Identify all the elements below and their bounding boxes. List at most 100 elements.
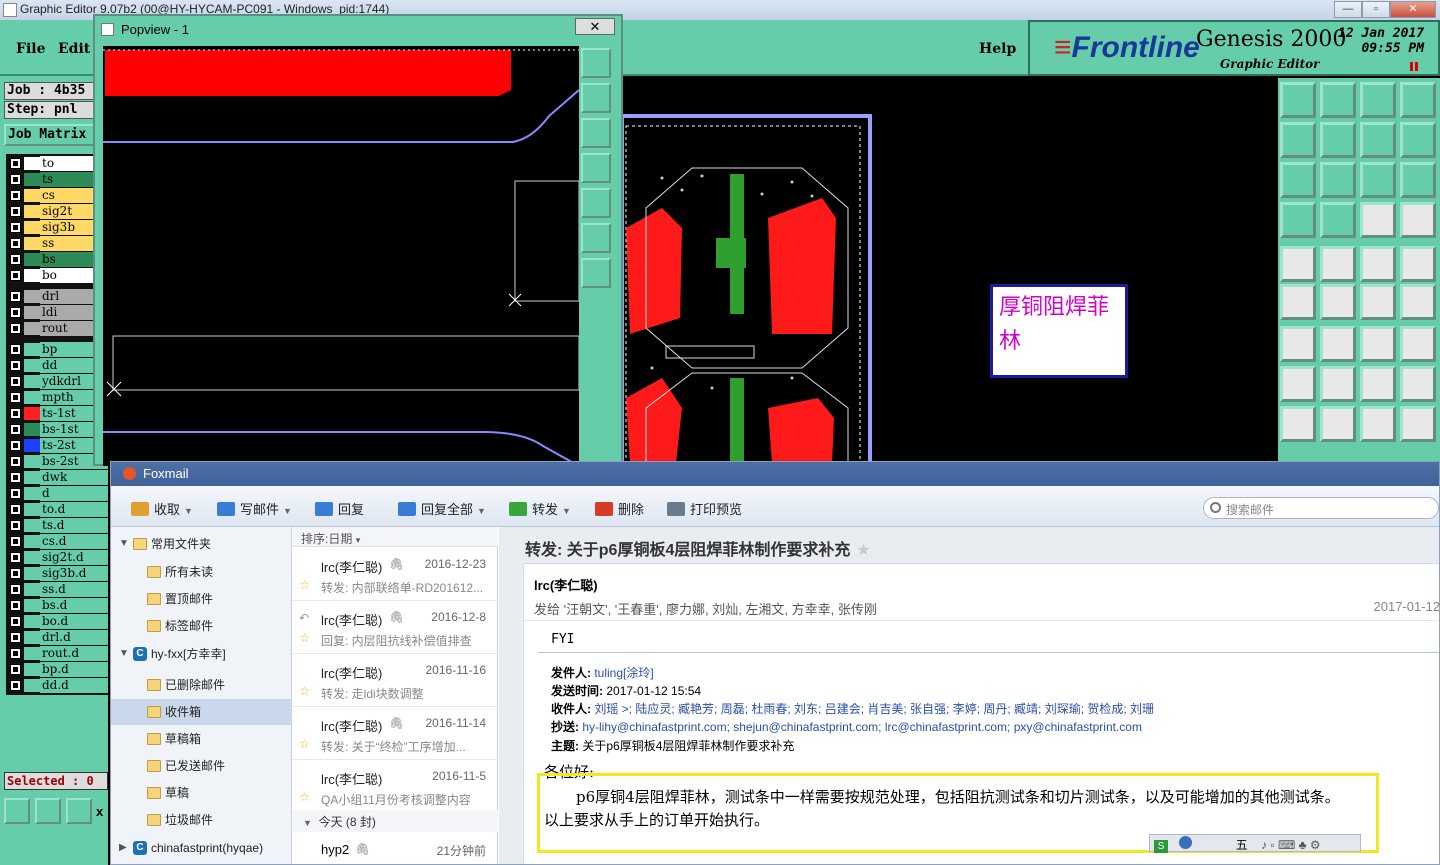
tool-move-right-icon[interactable]: [1320, 122, 1356, 158]
forward-button[interactable]: 转发 ▼: [509, 499, 571, 518]
chevron-down-icon[interactable]: ▼: [562, 506, 571, 516]
tool-snap-icon[interactable]: [1400, 122, 1436, 158]
tool-triangle-3-icon[interactable]: [1360, 406, 1396, 442]
star-icon[interactable]: ★: [856, 542, 870, 559]
folder-star[interactable]: 置顶邮件: [111, 586, 292, 612]
tool-pan-icon[interactable]: [1320, 162, 1356, 198]
tool-traffic-icon[interactable]: [1360, 202, 1396, 238]
sort-dropdown[interactable]: 排序:日期 ▾: [293, 527, 498, 547]
tool-move-left-icon[interactable]: [1280, 122, 1316, 158]
folder-draft[interactable]: 草稿箱: [111, 726, 292, 752]
layer-checkbox[interactable]: [10, 648, 21, 659]
tool-home-icon[interactable]: [1360, 82, 1396, 118]
tool-connect-icon[interactable]: [1280, 284, 1316, 320]
tool-copy-icon[interactable]: [1400, 366, 1436, 402]
folder-folder[interactable]: 草稿: [111, 780, 292, 806]
star-icon[interactable]: ☆: [299, 684, 310, 698]
tool-move-up-icon[interactable]: [1280, 82, 1316, 118]
layer-row[interactable]: ss.d: [6, 582, 108, 597]
layer-checkbox[interactable]: [10, 680, 21, 691]
layer-row[interactable]: rout.d: [6, 646, 108, 661]
popview-right-icon[interactable]: [581, 188, 611, 218]
layer-row[interactable]: dwk: [6, 470, 108, 485]
star-icon[interactable]: ☆: [299, 737, 310, 751]
folder-tag[interactable]: 标签邮件: [111, 613, 292, 639]
tool-line-icon[interactable]: [1320, 246, 1356, 282]
folder-sent[interactable]: 已发送邮件: [111, 753, 292, 779]
tool-move-pad-icon[interactable]: [1280, 366, 1316, 402]
maximize-button[interactable]: ▫: [1362, 1, 1390, 18]
layer-checkbox[interactable]: [10, 504, 21, 515]
chevron-down-icon[interactable]: ▼: [283, 506, 292, 516]
layer-checkbox[interactable]: [10, 238, 21, 249]
layer-checkbox[interactable]: [10, 376, 21, 387]
close-button[interactable]: ✕: [1390, 1, 1436, 18]
folder-folder[interactable]: 所有未读: [111, 559, 292, 585]
ime-bar[interactable]: S 五 ♪ ▫ ⌨ ♣ ⚙: [1149, 834, 1361, 853]
layer-row[interactable]: bs.d: [6, 598, 108, 613]
layer-checkbox[interactable]: [10, 472, 21, 483]
list-item[interactable]: lrc(李仁聪) 🖇 2016-11-14 ☆ 转发: 关于“终检”工序增加...: [293, 707, 498, 760]
layer-row[interactable]: sig2t.d: [6, 550, 108, 565]
folder-account[interactable]: ▼ Chy-fxx[方幸幸]: [111, 641, 292, 667]
tool-scale-1-2-icon[interactable]: [1360, 162, 1396, 198]
tool-grid-icon[interactable]: [1320, 202, 1356, 238]
layer-row[interactable]: sig3b.d: [6, 566, 108, 581]
layer-checkbox[interactable]: [10, 600, 21, 611]
layer-checkbox[interactable]: [10, 440, 21, 451]
tool-triangle-4-icon[interactable]: [1400, 406, 1436, 442]
tool-circle-icon[interactable]: [1400, 246, 1436, 282]
menu-file[interactable]: File: [16, 41, 45, 57]
layer-checkbox[interactable]: [10, 254, 21, 265]
tool-angle-icon[interactable]: [1280, 326, 1316, 362]
layer-checkbox[interactable]: [10, 520, 21, 531]
layer-checkbox[interactable]: [10, 424, 21, 435]
layer-checkbox[interactable]: [10, 360, 21, 371]
popview-up-icon[interactable]: [581, 83, 611, 113]
folder-group[interactable]: ▼ 常用文件夹: [111, 531, 292, 557]
star-icon[interactable]: ☆: [299, 578, 310, 592]
layer-checkbox[interactable]: [10, 344, 21, 355]
tool-move-down-icon[interactable]: [1320, 82, 1356, 118]
tool-arc-icon[interactable]: [1360, 326, 1396, 362]
layer-checkbox[interactable]: [10, 206, 21, 217]
tool-fit-icon[interactable]: [1360, 122, 1396, 158]
tool-grid-icon[interactable]: [66, 798, 92, 824]
layer-row[interactable]: dd.d: [6, 678, 108, 693]
genesis-canvas[interactable]: [622, 78, 1278, 463]
popview-canvas[interactable]: [103, 46, 579, 466]
receive-button[interactable]: 收取 ▼: [131, 499, 193, 518]
star-icon[interactable]: ☆: [299, 790, 310, 804]
layer-checkbox[interactable]: [10, 408, 21, 419]
layer-checkbox[interactable]: [10, 552, 21, 563]
tool-zoom-fit-icon[interactable]: [1280, 162, 1316, 198]
popview-fit-icon[interactable]: [581, 223, 611, 253]
layer-checkbox[interactable]: [10, 307, 21, 318]
tool-text-icon[interactable]: [1400, 326, 1436, 362]
layer-row[interactable]: cs.d: [6, 534, 108, 549]
tool-cross-icon[interactable]: [1320, 284, 1356, 320]
reply-all-button[interactable]: 回复全部 ▼: [398, 499, 486, 518]
layer-checkbox[interactable]: [10, 190, 21, 201]
tool-zoom-icon[interactable]: [4, 798, 30, 824]
today-group[interactable]: ▼ 今天 (8 封): [293, 810, 498, 832]
reply-button[interactable]: 回复: [315, 499, 364, 518]
layer-checkbox[interactable]: [10, 291, 21, 302]
chevron-down-icon[interactable]: ▼: [184, 506, 193, 516]
layer-checkbox[interactable]: [10, 584, 21, 595]
layer-row[interactable]: drl.d: [6, 630, 108, 645]
menu-help[interactable]: Help: [979, 41, 1016, 57]
popview-left-icon[interactable]: [581, 153, 611, 183]
popview-down-icon[interactable]: [581, 118, 611, 148]
minimize-button[interactable]: —: [1334, 1, 1362, 18]
print-button[interactable]: 打印预览: [667, 499, 742, 518]
star-icon[interactable]: ☆: [299, 631, 310, 645]
layer-checkbox[interactable]: [10, 632, 21, 643]
tool-help-icon[interactable]: [1400, 162, 1436, 198]
layer-row[interactable]: ts.d: [6, 518, 108, 533]
tool-clipboard-icon[interactable]: [1280, 202, 1316, 238]
menu-edit[interactable]: Edit: [58, 41, 90, 57]
list-item-last[interactable]: hyp2 🖇 21分钟前: [293, 833, 498, 864]
layer-checkbox[interactable]: [10, 174, 21, 185]
layer-checkbox[interactable]: [10, 270, 21, 281]
